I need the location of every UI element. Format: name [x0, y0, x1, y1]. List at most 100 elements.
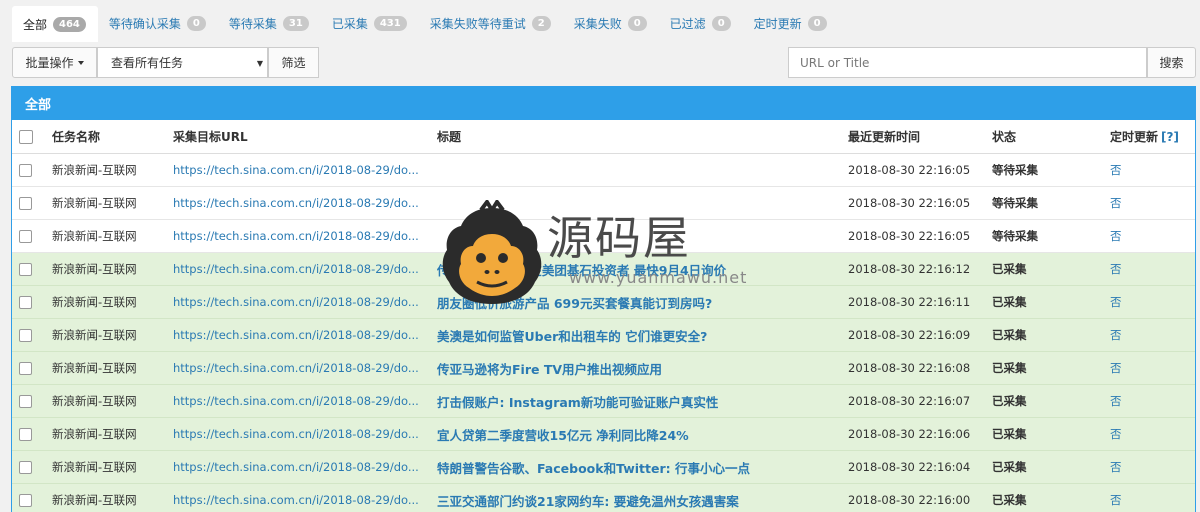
row-checkbox-cell	[12, 361, 52, 375]
row-checkbox[interactable]	[19, 395, 32, 408]
row-checkbox[interactable]	[19, 329, 32, 342]
task-sched-link[interactable]: 否	[1110, 195, 1195, 211]
row-checkbox[interactable]	[19, 362, 32, 375]
search-button[interactable]: 搜索	[1147, 47, 1196, 78]
task-status: 等待采集	[992, 196, 1038, 210]
task-title-link[interactable]: 朋友圈低价旅游产品 699元买套餐真能订到房吗?	[437, 293, 848, 312]
table-header: 任务名称 采集目标URL 标题 最近更新时间 状态 定时更新 [?]	[12, 120, 1195, 154]
tab-6[interactable]: 已过滤 0	[659, 6, 743, 40]
task-url-link[interactable]: https://tech.sina.com.cn/i/2018-08-29/do…	[173, 229, 437, 243]
task-sched-link[interactable]: 否	[1110, 459, 1195, 475]
task-sched-link[interactable]: 否	[1110, 294, 1195, 310]
tab-3[interactable]: 已采集 431	[321, 6, 419, 40]
task-status: 已采集	[992, 328, 1027, 342]
col-header-sched: 定时更新	[1110, 130, 1159, 144]
task-name: 新浪新闻-互联网	[52, 361, 137, 375]
col-header-url[interactable]: 采集目标URL	[173, 128, 437, 145]
tab-label: 定时更新	[753, 16, 802, 31]
task-updated-time: 2018-08-30 22:16:05	[848, 196, 971, 210]
tab-label: 等待确认采集	[108, 16, 181, 31]
task-sched-link[interactable]: 否	[1110, 360, 1195, 376]
table-row: 新浪新闻-互联网 https://tech.sina.com.cn/i/2018-…	[12, 319, 1195, 352]
select-all-checkbox[interactable]	[19, 129, 33, 144]
tab-0[interactable]: 全部 464	[12, 6, 98, 42]
tab-count-badge: 0	[186, 15, 206, 31]
row-checkbox[interactable]	[19, 230, 32, 243]
task-url-link[interactable]: https://tech.sina.com.cn/i/2018-08-29/do…	[173, 394, 437, 408]
row-checkbox[interactable]	[19, 296, 32, 309]
task-sched-link[interactable]: 否	[1110, 327, 1195, 343]
tab-label: 采集失败	[573, 16, 622, 31]
row-checkbox[interactable]	[19, 263, 32, 276]
row-checkbox-cell	[12, 196, 52, 210]
sched-help-link[interactable]: [?]	[1161, 130, 1179, 144]
task-url-link[interactable]: https://tech.sina.com.cn/i/2018-08-29/do…	[173, 262, 437, 276]
task-url-link[interactable]: https://tech.sina.com.cn/i/2018-08-29/do…	[173, 196, 437, 210]
tab-count-badge: 464	[53, 16, 86, 32]
task-url-link[interactable]: https://tech.sina.com.cn/i/2018-08-29/do…	[173, 493, 437, 507]
task-title-link[interactable]: 传闻京东10亿元在美团基石投资者 最快9月4日询价	[437, 260, 848, 279]
toolbar: 批量操作 查看所有任务 ▼ 筛选 搜索	[12, 47, 1196, 79]
row-checkbox[interactable]	[19, 197, 32, 210]
task-title-link[interactable]: 三亚交通部门约谈21家网约车: 要避免温州女孩遇害案	[437, 491, 848, 510]
task-url-link[interactable]: https://tech.sina.com.cn/i/2018-08-29/do…	[173, 163, 437, 177]
task-name: 新浪新闻-互联网	[52, 262, 137, 276]
task-title-link[interactable]: 美澳是如何监管Uber和出租车的 它们谁更安全?	[437, 326, 848, 345]
tab-4[interactable]: 采集失败等待重试 2	[419, 6, 563, 40]
col-header-title[interactable]: 标题	[437, 128, 848, 145]
task-title-link[interactable]: 传亚马逊将为Fire TV用户推出视频应用	[437, 359, 848, 378]
tab-label: 等待采集	[228, 16, 277, 31]
task-status: 已采集	[992, 394, 1027, 408]
tab-2[interactable]: 等待采集 31	[218, 6, 321, 40]
row-checkbox[interactable]	[19, 494, 32, 507]
row-checkbox-cell	[12, 460, 52, 474]
task-url-link[interactable]: https://tech.sina.com.cn/i/2018-08-29/do…	[173, 328, 437, 342]
task-status: 已采集	[992, 493, 1027, 507]
task-title-link[interactable]: 宜人贷第二季度营收15亿元 净利同比降24%	[437, 425, 848, 444]
task-view-select-value: 查看所有任务	[111, 56, 184, 70]
tab-label: 采集失败等待重试	[429, 16, 526, 31]
row-checkbox-cell	[12, 427, 52, 441]
table-row: 新浪新闻-互联网 https://tech.sina.com.cn/i/2018-…	[12, 253, 1195, 286]
tab-count-badge: 2	[531, 15, 551, 31]
table-row: 新浪新闻-互联网 https://tech.sina.com.cn/i/2018-…	[12, 352, 1195, 385]
search-label: 搜索	[1159, 56, 1184, 70]
table-body: 新浪新闻-互联网 https://tech.sina.com.cn/i/2018-…	[12, 154, 1195, 512]
tab-label: 全部	[23, 17, 48, 32]
task-title-link[interactable]: 特朗普警告谷歌、Facebook和Twitter: 行事小心一点	[437, 458, 848, 477]
row-checkbox[interactable]	[19, 428, 32, 441]
task-name: 新浪新闻-互联网	[52, 295, 137, 309]
task-status: 已采集	[992, 295, 1027, 309]
tab-7[interactable]: 定时更新 0	[743, 6, 839, 40]
task-sched-link[interactable]: 否	[1110, 162, 1195, 178]
task-name: 新浪新闻-互联网	[52, 460, 137, 474]
task-url-link[interactable]: https://tech.sina.com.cn/i/2018-08-29/do…	[173, 295, 437, 309]
table-row: 新浪新闻-互联网 https://tech.sina.com.cn/i/2018-…	[12, 154, 1195, 187]
task-view-select[interactable]: 查看所有任务 ▼	[97, 47, 268, 78]
task-title-link[interactable]: 打击假账户: Instagram新功能可验证账户真实性	[437, 392, 848, 411]
row-checkbox[interactable]	[19, 461, 32, 474]
tab-5[interactable]: 采集失败 0	[563, 6, 659, 40]
tab-label: 已采集	[331, 16, 368, 31]
search-input[interactable]	[788, 47, 1147, 78]
filter-button[interactable]: 筛选	[268, 47, 319, 78]
task-sched-link[interactable]: 否	[1110, 492, 1195, 508]
task-sched-link[interactable]: 否	[1110, 228, 1195, 244]
row-checkbox-cell	[12, 262, 52, 276]
filter-label: 筛选	[281, 56, 306, 70]
task-url-link[interactable]: https://tech.sina.com.cn/i/2018-08-29/do…	[173, 460, 437, 474]
col-header-name[interactable]: 任务名称	[52, 128, 173, 145]
task-status: 等待采集	[992, 229, 1038, 243]
task-url-link[interactable]: https://tech.sina.com.cn/i/2018-08-29/do…	[173, 427, 437, 441]
row-checkbox-cell	[12, 328, 52, 342]
task-sched-link[interactable]: 否	[1110, 426, 1195, 442]
task-url-link[interactable]: https://tech.sina.com.cn/i/2018-08-29/do…	[173, 361, 437, 375]
tab-1[interactable]: 等待确认采集 0	[98, 6, 218, 40]
col-header-status[interactable]: 状态	[992, 128, 1110, 145]
task-sched-link[interactable]: 否	[1110, 261, 1195, 277]
batch-actions-button[interactable]: 批量操作	[12, 47, 97, 78]
col-header-time[interactable]: 最近更新时间	[848, 128, 992, 145]
task-sched-link[interactable]: 否	[1110, 393, 1195, 409]
task-updated-time: 2018-08-30 22:16:04	[848, 460, 971, 474]
row-checkbox[interactable]	[19, 164, 32, 177]
